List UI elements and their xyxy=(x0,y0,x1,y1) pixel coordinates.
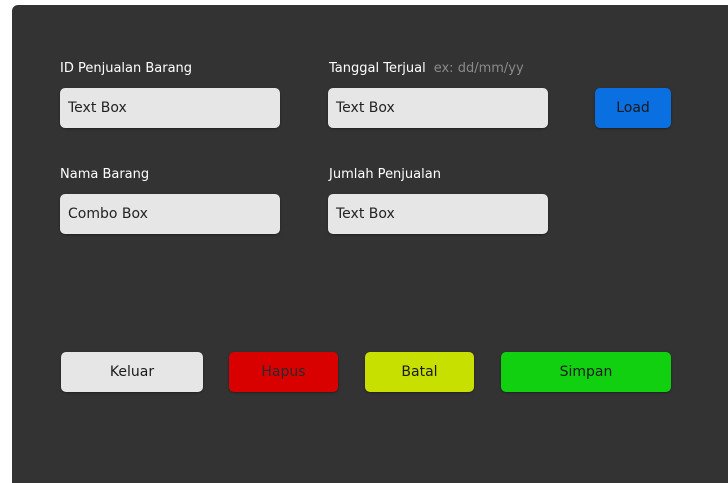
keluar-button[interactable]: Keluar xyxy=(61,352,203,392)
id-penjualan-label: ID Penjualan Barang xyxy=(60,61,193,76)
nama-barang-combobox[interactable]: Combo Box xyxy=(60,194,280,234)
tanggal-terjual-input[interactable]: Text Box xyxy=(328,88,548,128)
jumlah-penjualan-label: Jumlah Penjualan xyxy=(329,167,441,182)
batal-button[interactable]: Batal xyxy=(365,352,474,392)
jumlah-penjualan-input[interactable]: Text Box xyxy=(328,194,548,234)
nama-barang-label: Nama Barang xyxy=(60,167,150,182)
nama-barang-combobox-text: Combo Box xyxy=(68,206,148,222)
tanggal-terjual-input-text: Text Box xyxy=(336,100,395,116)
jumlah-penjualan-input-text: Text Box xyxy=(336,206,395,222)
tanggal-terjual-label-text: Tanggal Terjual xyxy=(329,61,426,76)
date-format-hint: ex: dd/mm/yy xyxy=(433,61,524,76)
load-button-label: Load xyxy=(616,100,650,116)
hapus-button[interactable]: Hapus xyxy=(229,352,338,392)
simpan-button-label: Simpan xyxy=(559,364,613,380)
id-penjualan-input-text: Text Box xyxy=(68,100,127,116)
load-button[interactable]: Load xyxy=(595,88,671,128)
batal-button-label: Batal xyxy=(401,364,438,380)
id-penjualan-input[interactable]: Text Box xyxy=(60,88,280,128)
simpan-button[interactable]: Simpan xyxy=(501,352,671,392)
tanggal-terjual-label: Tanggal Terjual ex: dd/mm/yy xyxy=(329,61,524,77)
hapus-button-label: Hapus xyxy=(261,364,306,380)
keluar-button-label: Keluar xyxy=(109,364,155,380)
